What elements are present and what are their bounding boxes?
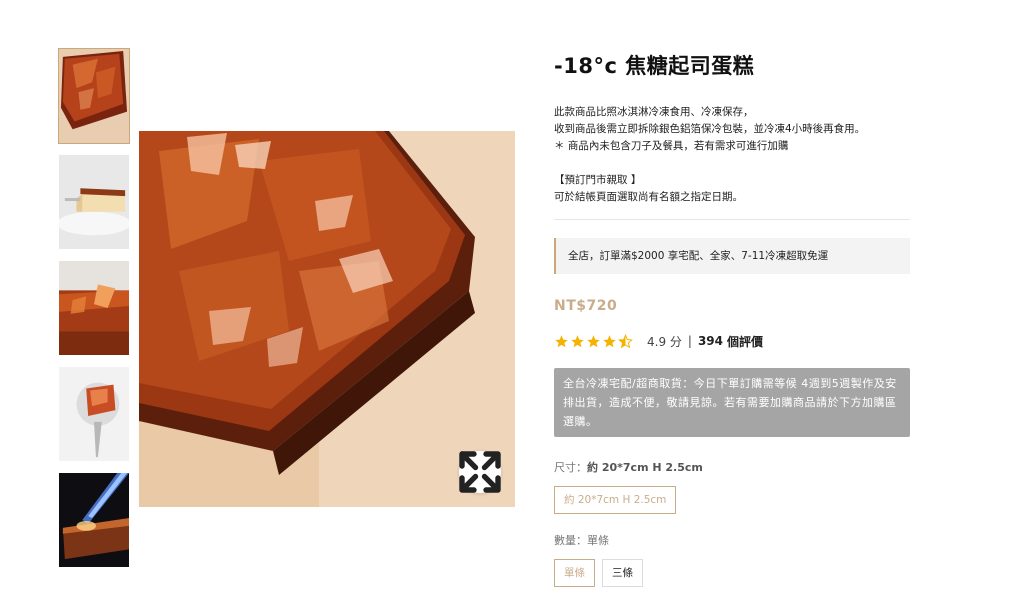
zoom-button[interactable] (459, 451, 501, 493)
description-line: 收到商品後需立即拆除銀色鋁箔保冷包裝，並冷凍4小時後再食用。 (554, 123, 866, 135)
rating-score: 4.9 分 (647, 334, 682, 349)
quantity-selected-value: 單條 (587, 534, 609, 547)
description-line: 【預訂門市親取 】 (554, 174, 642, 186)
thumbnail-caramel-top[interactable] (58, 48, 130, 144)
description-gap (554, 155, 910, 172)
star-rating (554, 333, 633, 349)
star-icon (571, 334, 584, 347)
divider (554, 219, 910, 220)
size-selected-value: 約 20*7cm H 2.5cm (587, 461, 703, 474)
size-label-text: 尺寸： (554, 461, 587, 474)
star-icon (603, 334, 616, 347)
description-line: ＊ 商品內未包含刀子及餐具，若有需求可進行加購 (554, 140, 789, 152)
star-icon (587, 334, 600, 347)
thumbnail-spoon-bite[interactable] (58, 366, 130, 462)
description-line: 此款商品比照冰淇淋冷凍食用、冷凍保存， (554, 106, 754, 118)
star-icon (555, 334, 568, 347)
size-option[interactable]: 約 20*7cm H 2.5cm (554, 486, 677, 514)
description-line: 可於結帳頁面選取尚有名額之指定日期。 (554, 191, 743, 203)
thumbnail-list (58, 48, 132, 578)
rating-separator: | (687, 334, 692, 348)
quantity-options: 單條 三條 (554, 559, 910, 587)
product-info: -18°c 焦糖起司蛋糕 此款商品比照冰淇淋冷凍食用、冷凍保存， 收到商品後需立… (554, 50, 910, 587)
size-options: 約 20*7cm H 2.5cm (554, 486, 910, 514)
review-count: 394 (697, 334, 724, 348)
product-price: NT$720 (554, 298, 618, 314)
product-title: -18°c 焦糖起司蛋糕 (554, 54, 755, 78)
quantity-label: 數量：單條 (554, 532, 910, 548)
half-star-icon (618, 333, 633, 348)
thumbnail-caramel-closeup[interactable] (58, 260, 130, 356)
thumbnail-torch-flame[interactable] (58, 472, 130, 568)
shipping-info-box: 全台冷凍宅配/超商取貨：今日下單訂購需等候 4週到5週製作及安排出貨，造成不便，… (554, 368, 910, 437)
main-product-image (139, 131, 515, 507)
quantity-option-three[interactable]: 三條 (602, 559, 643, 587)
rating-row[interactable]: 4.9 分 | 394 個評價 (554, 332, 910, 350)
size-label: 尺寸：約 20*7cm H 2.5cm (554, 459, 910, 475)
expand-icon (459, 451, 501, 493)
product-description: 此款商品比照冰淇淋冷凍食用、冷凍保存， 收到商品後需立即拆除銀色鋁箔保冷包裝，並… (554, 104, 910, 206)
quantity-option-single[interactable]: 單條 (554, 559, 595, 587)
review-count-unit: 個評價 (727, 334, 764, 349)
quantity-label-text: 數量： (554, 534, 587, 547)
free-shipping-notice: 全店，訂單滿$2000 享宅配、全家、7-11冷凍超取免運 (554, 238, 910, 274)
thumbnail-slice-on-plate[interactable] (58, 154, 130, 250)
